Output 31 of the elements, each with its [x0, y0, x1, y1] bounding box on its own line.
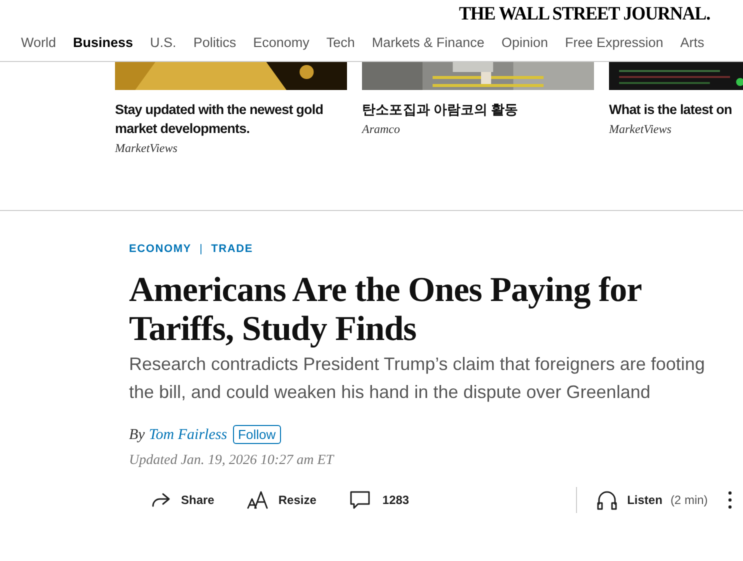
follow-button[interactable]: Follow [233, 425, 281, 444]
nav-link[interactable]: World [21, 33, 56, 54]
nav-link[interactable]: U.S. [150, 33, 176, 54]
listen-duration: (2 min) [670, 492, 708, 509]
nav-link[interactable]: Arts [680, 33, 704, 54]
nav-link[interactable]: Politics [193, 33, 236, 54]
promo-headline[interactable]: What is the latest on [609, 100, 743, 119]
section-separator: | [199, 242, 204, 257]
byline-prefix: By [129, 426, 145, 444]
article-summary: Research contradicts President Trump’s claim that foreigners are footing the bill, and could weaken his hand in the dispute over Greenland [129, 352, 706, 404]
article-headline: Americans Are the Ones Paying for Tariffs, Study Finds [129, 270, 642, 348]
comments-button[interactable]: 1283 [348, 488, 410, 512]
nav-link[interactable]: Opinion [501, 33, 548, 54]
promo-source: MarketViews [115, 140, 178, 157]
promo-source: MarketViews [609, 121, 672, 138]
nav-link[interactable]: Economy [253, 33, 310, 54]
resize-button[interactable]: Resize [246, 488, 316, 512]
logo[interactable]: THE WALL STREET JOURNAL. [458, 1, 710, 27]
promo-headline[interactable]: 탄소포집과 아람코의 활동 [362, 100, 574, 119]
nav-link[interactable]: Business [73, 33, 134, 54]
nav-link[interactable]: Free Expression [564, 33, 664, 54]
nav-link[interactable]: Markets & Finance [372, 33, 484, 54]
section-link[interactable]: TRADE [211, 241, 253, 258]
section-link[interactable]: ECONOMY [129, 241, 192, 258]
share-button[interactable]: Share [149, 488, 214, 512]
author-link[interactable]: Tom Fairless [148, 424, 228, 446]
nav-link[interactable]: Tech [326, 33, 355, 54]
listen-button[interactable]: Listen (2 min) [595, 488, 708, 512]
updated-timestamp: Updated Jan. 19, 2026 10:27 am ET [129, 452, 336, 470]
promo-source: Aramco [362, 121, 401, 138]
promo-headline[interactable]: Stay updated with the newest gold market developments. [115, 100, 327, 138]
